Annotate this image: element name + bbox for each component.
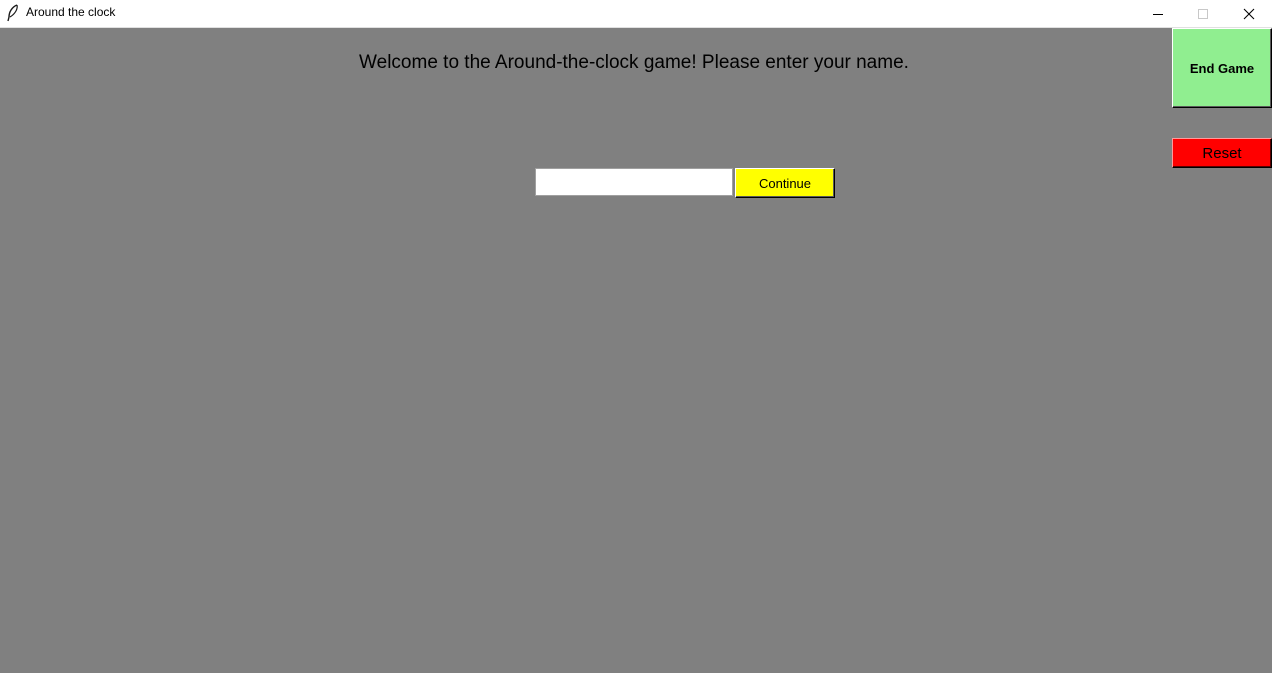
- end-game-button-label: End Game: [1189, 60, 1255, 76]
- title-bar: Around the clock: [0, 0, 1272, 28]
- minimize-icon: [1152, 13, 1163, 15]
- end-game-button[interactable]: End Game: [1172, 28, 1272, 108]
- close-icon: [1243, 8, 1254, 19]
- continue-button[interactable]: Continue: [735, 168, 835, 198]
- game-area: Welcome to the Around-the-clock game! Pl…: [0, 28, 1272, 673]
- window-title: Around the clock: [26, 5, 116, 19]
- close-button[interactable]: [1226, 0, 1271, 27]
- welcome-message: Welcome to the Around-the-clock game! Pl…: [359, 52, 909, 73]
- name-input[interactable]: [535, 168, 733, 196]
- feather-icon: [7, 4, 18, 22]
- maximize-icon: [1197, 8, 1208, 19]
- reset-button[interactable]: Reset: [1172, 138, 1272, 168]
- continue-button-label: Continue: [758, 175, 812, 191]
- minimize-button[interactable]: [1135, 0, 1180, 27]
- maximize-button[interactable]: [1180, 0, 1225, 27]
- reset-button-label: Reset: [1202, 144, 1242, 162]
- app-window: Around the clock Welcome to the Around-t…: [0, 0, 1272, 673]
